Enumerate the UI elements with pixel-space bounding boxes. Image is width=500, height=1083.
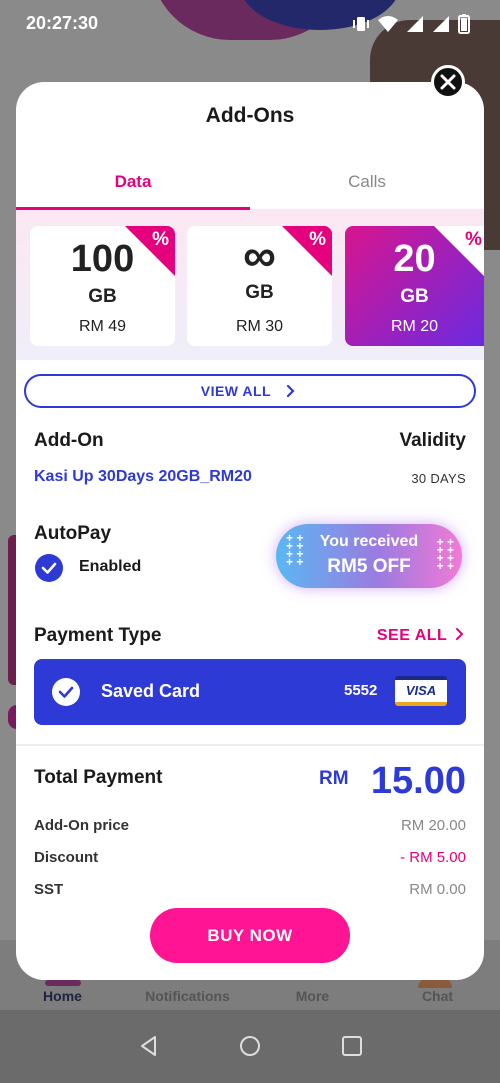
plan-card-100gb[interactable]: % 100 GB RM 49 <box>30 226 175 346</box>
saved-card-label: Saved Card <box>101 681 201 701</box>
autopay-status: Enabled <box>79 558 142 575</box>
discount-value: - RM 5.00 <box>400 849 466 866</box>
close-icon <box>440 74 456 90</box>
chevron-right-icon <box>456 628 464 640</box>
home-button-icon[interactable] <box>238 1034 262 1058</box>
plan-card-20gb[interactable]: % 20 GB RM 20 <box>345 226 484 346</box>
check-icon <box>41 562 57 574</box>
recents-icon[interactable] <box>340 1034 364 1058</box>
add-ons-modal: Add-Ons Data Calls % 100 GB RM 49 % ∞ GB… <box>16 82 484 980</box>
promo-line1: You received <box>319 533 419 550</box>
card-selected-indicator <box>52 678 80 706</box>
status-icons <box>352 14 470 34</box>
buy-now-button[interactable]: BUY NOW <box>150 908 350 963</box>
visa-logo-icon: VISA <box>395 676 447 706</box>
check-icon <box>58 686 74 698</box>
chevron-right-icon <box>287 384 295 398</box>
promo-badge: + + + + + + + + + + + + + + + + You received R… <box>276 524 462 588</box>
promo-line2: RM5 OFF <box>327 556 411 577</box>
plan-unit: GB <box>88 286 117 307</box>
modal-title: Add-Ons <box>205 104 295 127</box>
addon-label: Add-On <box>34 430 104 451</box>
autopay-label: AutoPay <box>34 523 112 544</box>
status-bar: 20:27:30 <box>0 0 500 46</box>
plan-price: RM 49 <box>78 318 127 335</box>
plan-price: RM 20 <box>390 318 439 335</box>
saved-card-option[interactable]: Saved Card 5552 VISA <box>34 659 466 725</box>
divider <box>16 744 484 746</box>
sst-label: SST <box>34 881 64 898</box>
payment-type-label: Payment Type <box>34 625 162 646</box>
validity-value: 30 DAYS <box>411 471 466 486</box>
addon-name: Kasi Up 30Days 20GB_RM20 <box>34 468 252 485</box>
total-amount: 15.00 <box>370 760 466 802</box>
see-all-link[interactable]: SEE ALL <box>377 627 466 645</box>
view-all-label: VIEW ALL <box>200 383 271 399</box>
view-all-button[interactable]: VIEW ALL <box>24 374 476 408</box>
addon-price-label: Add-On price <box>34 817 130 834</box>
plan-amount: 100 <box>70 238 135 280</box>
status-time: 20:27:30 <box>26 13 99 33</box>
plan-unit: GB <box>400 286 429 307</box>
signal-icon <box>407 16 423 32</box>
plan-amount: 20 <box>393 238 436 280</box>
total-payment-label: Total Payment <box>34 767 163 788</box>
sst-value: RM 0.00 <box>409 881 466 898</box>
see-all-label: SEE ALL <box>376 627 448 644</box>
discount-label: Discount <box>34 849 99 866</box>
close-button[interactable] <box>431 65 465 99</box>
back-icon[interactable] <box>137 1034 161 1058</box>
tab-data[interactable]: Data <box>16 162 250 210</box>
plan-card-unlimited[interactable]: % ∞ GB RM 30 <box>187 226 332 346</box>
addon-price-value: RM 20.00 <box>400 817 466 834</box>
total-currency: RM <box>319 768 349 789</box>
infinity-icon: ∞ <box>243 229 276 281</box>
vibrate-icon <box>353 17 369 31</box>
tab-bar: Data Calls <box>16 162 484 210</box>
plan-unit: GB <box>245 282 274 303</box>
nav-more[interactable]: More <box>250 988 375 1004</box>
validity-label: Validity <box>399 430 466 451</box>
battery-icon <box>458 14 470 34</box>
nav-home[interactable]: Home <box>0 988 125 1004</box>
card-last4: 5552 <box>344 682 378 699</box>
wifi-icon <box>378 16 398 32</box>
tab-calls[interactable]: Calls <box>250 162 484 210</box>
nav-chat[interactable]: Chat <box>375 988 500 1004</box>
home-icon <box>45 980 81 986</box>
signal-icon <box>433 16 449 32</box>
plan-carousel: % 100 GB RM 49 % ∞ GB RM 30 % 20 GB RM 2… <box>16 210 484 360</box>
plan-price: RM 30 <box>235 318 284 335</box>
autopay-checkbox[interactable] <box>35 554 63 582</box>
system-nav-bar <box>0 1010 500 1083</box>
nav-notifications[interactable]: Notifications <box>125 988 250 1004</box>
